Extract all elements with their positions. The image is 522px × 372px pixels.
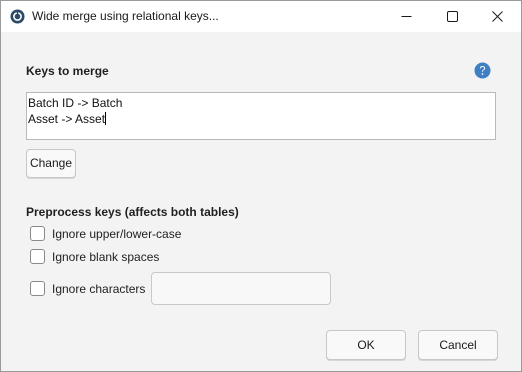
close-icon xyxy=(492,11,503,22)
title-bar: Wide merge using relational keys... xyxy=(1,1,521,32)
ignore-blank-spaces-checkbox[interactable] xyxy=(30,249,45,264)
keys-list[interactable]: Batch ID -> Batch Asset -> Asset xyxy=(26,92,496,140)
key-pair-item[interactable]: Asset -> Asset xyxy=(28,111,494,127)
preprocess-keys-label: Preprocess keys (affects both tables) xyxy=(26,205,239,219)
maximize-icon xyxy=(447,11,458,22)
change-keys-button[interactable]: Change xyxy=(26,149,76,178)
minimize-icon xyxy=(401,16,412,17)
app-logo-icon xyxy=(10,9,25,24)
key-pair-item[interactable]: Batch ID -> Batch xyxy=(28,95,494,111)
key-pair-text: Asset -> Asset xyxy=(28,112,106,126)
ignore-blank-spaces-label[interactable]: Ignore blank spaces xyxy=(52,250,159,264)
cancel-button[interactable]: Cancel xyxy=(418,330,498,360)
close-button[interactable] xyxy=(475,1,521,32)
dialog-content: Keys to merge Batch ID -> Batch Asset ->… xyxy=(1,32,521,371)
ignore-characters-label[interactable]: Ignore characters xyxy=(52,282,145,296)
minimize-button[interactable] xyxy=(384,1,430,32)
ok-button[interactable]: OK xyxy=(326,330,406,360)
window-title: Wide merge using relational keys... xyxy=(32,9,219,23)
question-mark-icon[interactable] xyxy=(474,62,491,79)
text-caret xyxy=(105,112,107,125)
merge-dialog-window: Wide merge using relational keys... Keys… xyxy=(0,0,522,372)
maximize-button[interactable] xyxy=(430,1,476,32)
ignore-case-label[interactable]: Ignore upper/lower-case xyxy=(52,227,181,241)
keys-to-merge-label: Keys to merge xyxy=(26,64,109,78)
ignore-characters-input[interactable] xyxy=(151,272,331,305)
ignore-characters-checkbox[interactable] xyxy=(30,281,45,296)
ignore-case-checkbox[interactable] xyxy=(30,226,45,241)
